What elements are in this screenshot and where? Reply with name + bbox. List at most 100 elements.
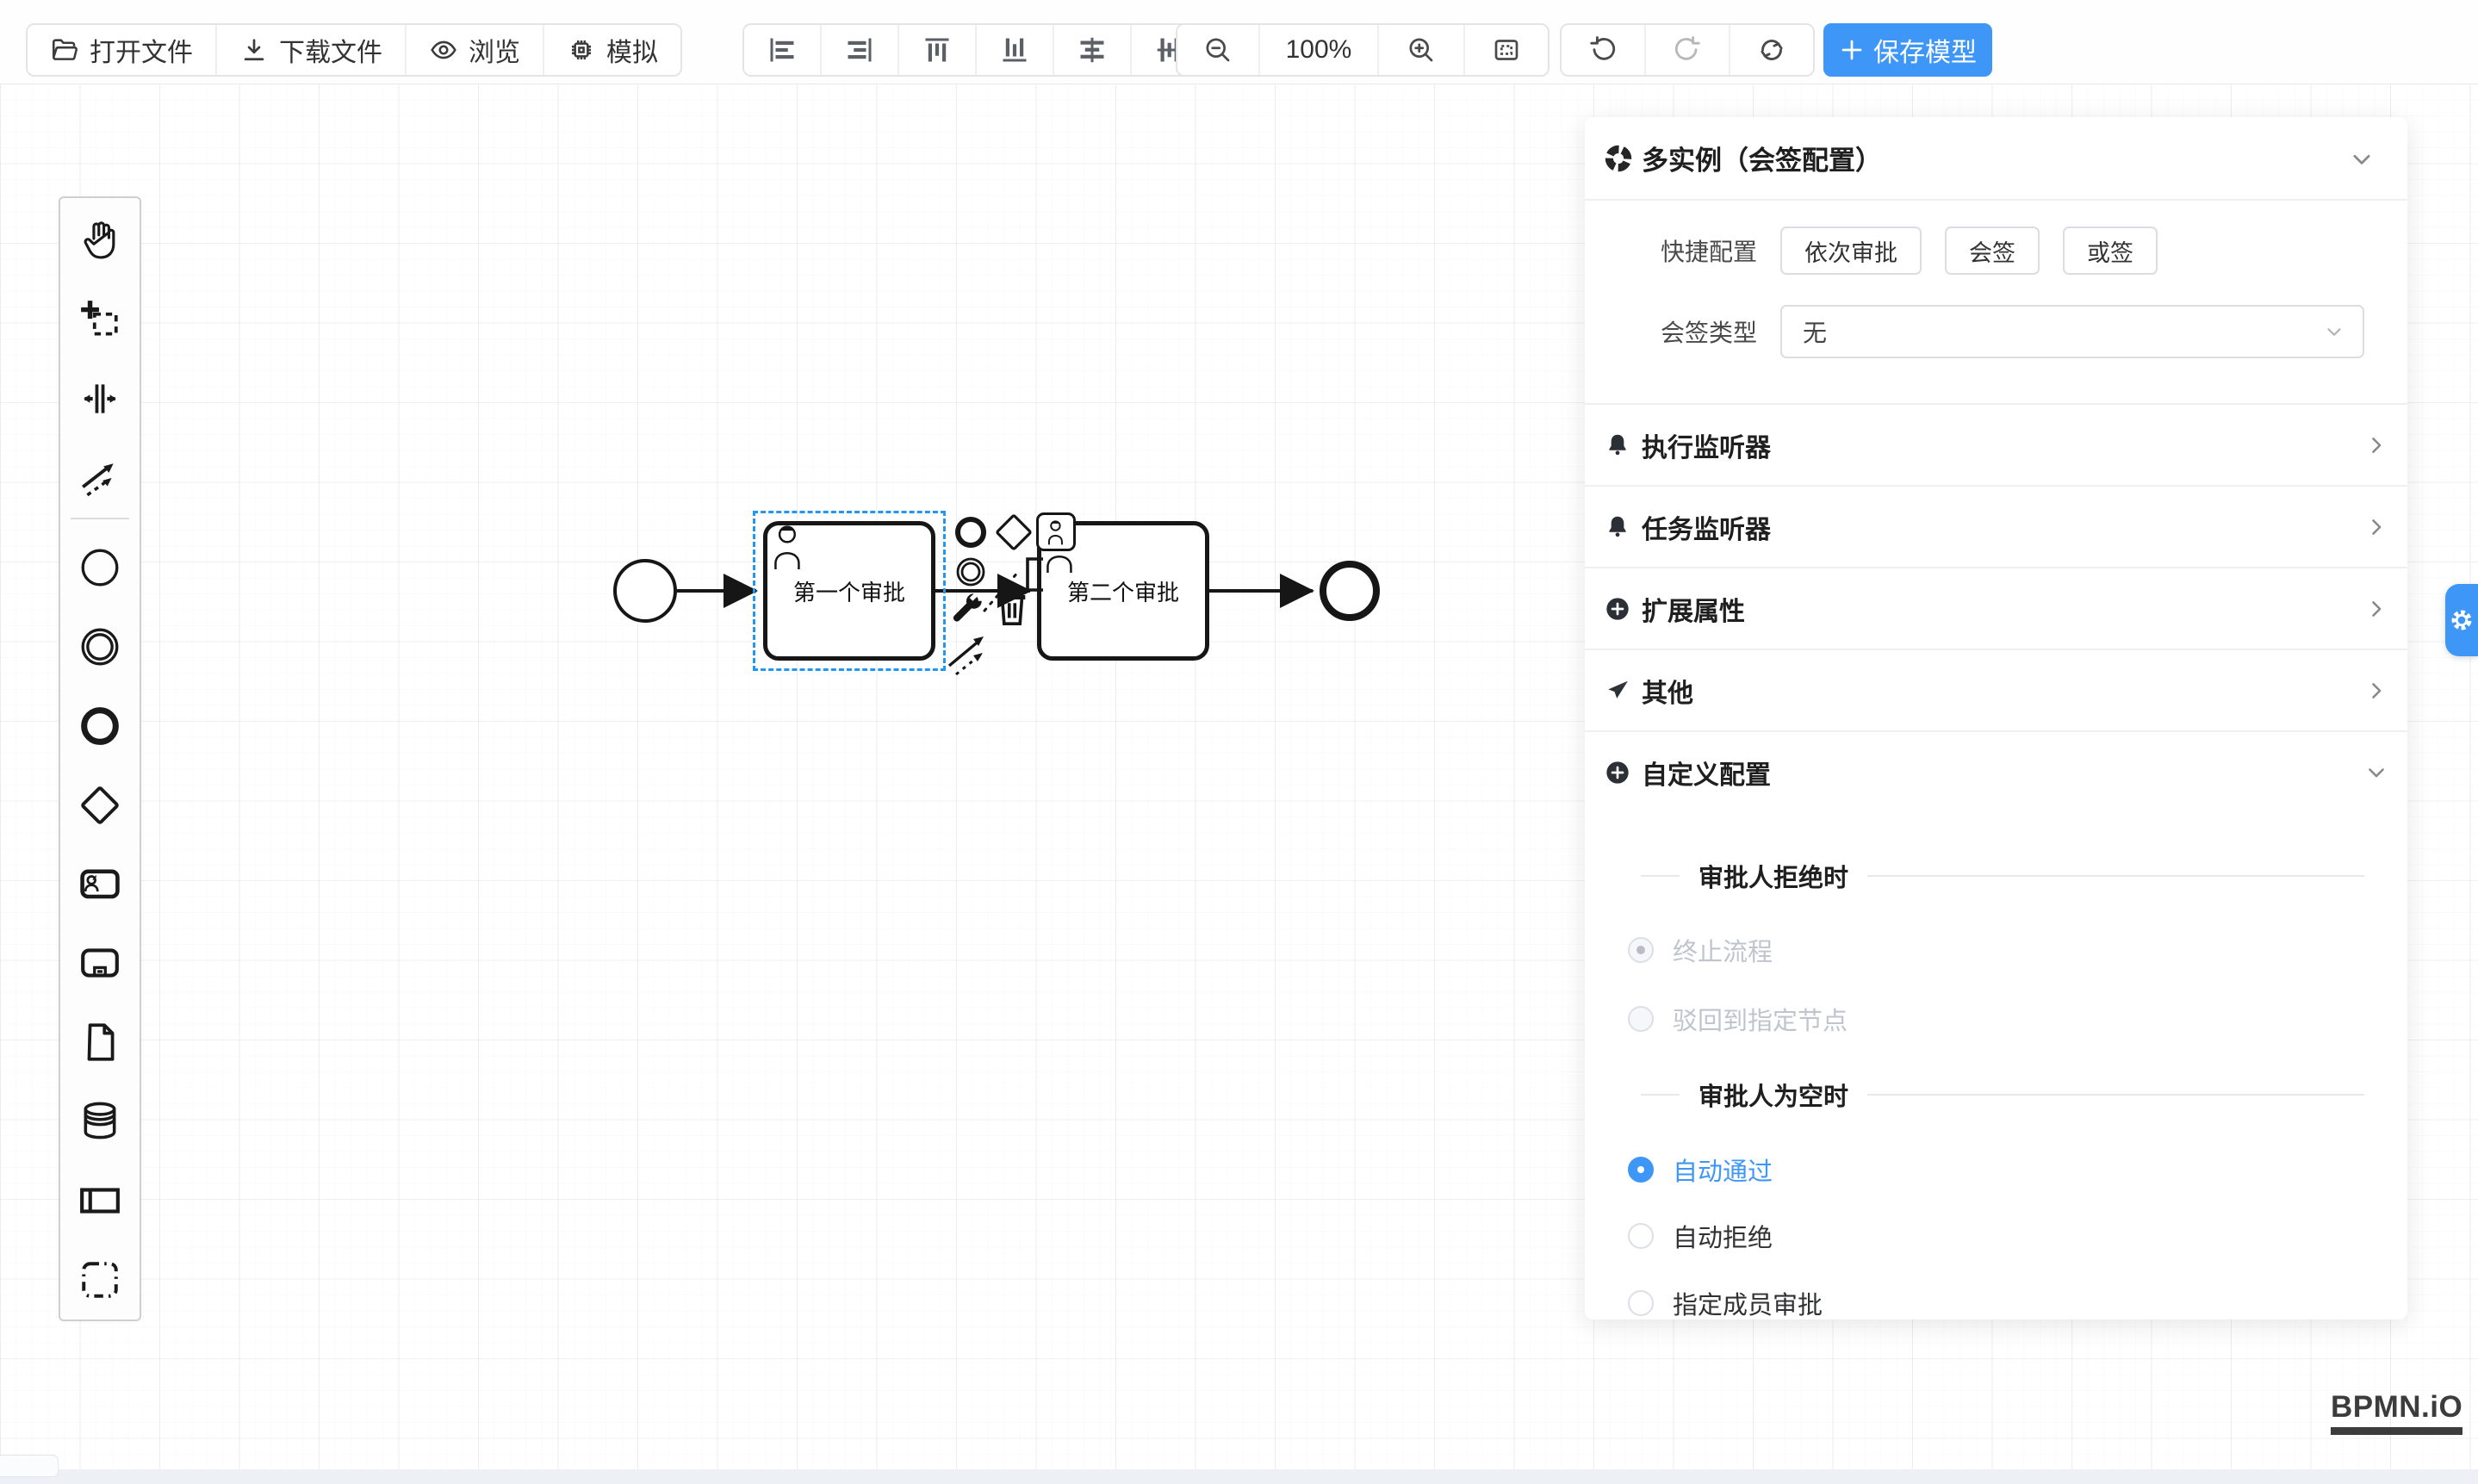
- space-tool[interactable]: [78, 376, 122, 421]
- palette-gateway[interactable]: [78, 783, 122, 828]
- chevron-down-icon[interactable]: [2349, 146, 2375, 172]
- palette-user-task[interactable]: [78, 861, 122, 906]
- zoom-out-icon: [1202, 34, 1233, 65]
- radio-circle[interactable]: [1628, 1223, 1654, 1249]
- radio-circle[interactable]: [1628, 1006, 1654, 1032]
- radio-label: 终止流程: [1673, 932, 1773, 968]
- palette-data-store[interactable]: [78, 1098, 122, 1143]
- align-left-icon: [767, 34, 798, 65]
- palette-intermediate-event[interactable]: [78, 624, 122, 669]
- simulate-button[interactable]: 模拟: [544, 25, 680, 75]
- change-type-wrench-icon[interactable]: [948, 589, 988, 629]
- palette-participant-pool[interactable]: [78, 1178, 122, 1223]
- download-file-button[interactable]: 下载文件: [217, 25, 407, 75]
- radio-auto-pass[interactable]: 自动通过: [1628, 1152, 1773, 1188]
- panel-header[interactable]: 多实例（会签配置）: [1585, 117, 2407, 201]
- footer-strip: [0, 1469, 2478, 1484]
- preview-label: 浏览: [469, 31, 520, 69]
- sign-type-select[interactable]: 无: [1780, 305, 2364, 358]
- folder-open-icon: [50, 35, 79, 65]
- section-custom-config[interactable]: 自定义配置: [1585, 730, 2407, 812]
- align-center-horizontal-button[interactable]: [1054, 25, 1132, 75]
- zoom-level-display[interactable]: 100%: [1260, 25, 1379, 75]
- bell-icon: [1604, 432, 1631, 459]
- bell-icon: [1604, 513, 1631, 541]
- tool-palette: [59, 196, 141, 1321]
- task-first-approval-label: 第一个审批: [793, 575, 905, 607]
- start-event-shape[interactable]: [613, 559, 677, 623]
- quick-btn-sequential-label: 依次审批: [1804, 234, 1897, 268]
- footer-chip: [0, 1455, 59, 1477]
- radio-assign-member[interactable]: 指定成员审批: [1628, 1285, 1823, 1321]
- multi-instance-icon: [1604, 144, 1633, 173]
- palette-group[interactable]: [78, 1257, 122, 1302]
- append-end-event-icon[interactable]: [952, 513, 990, 551]
- radio-circle[interactable]: [1628, 937, 1654, 963]
- quick-btn-countersign[interactable]: 会签: [1945, 227, 2040, 275]
- lasso-tool[interactable]: [78, 297, 122, 342]
- section-task-listener[interactable]: 任务监听器: [1585, 485, 2407, 567]
- align-left-button[interactable]: [744, 25, 822, 75]
- section-label: 扩展属性: [1642, 590, 2354, 628]
- palette-start-event[interactable]: [78, 545, 122, 590]
- bpmn-io-logo[interactable]: BPMN.iO: [2331, 1390, 2462, 1435]
- undo-icon: [1587, 34, 1618, 65]
- align-top-icon: [922, 34, 953, 65]
- chevron-right-icon: [2364, 597, 2388, 621]
- section-extended-attributes[interactable]: 扩展属性: [1585, 567, 2407, 649]
- history-tool-group: [1560, 23, 1815, 77]
- open-file-button[interactable]: 打开文件: [28, 25, 217, 75]
- quick-btn-sequential[interactable]: 依次审批: [1780, 227, 1922, 275]
- radio-auto-reject[interactable]: 自动拒绝: [1628, 1218, 1773, 1254]
- zoom-out-button[interactable]: [1177, 25, 1260, 75]
- settings-tab[interactable]: [2445, 584, 2478, 656]
- preview-button[interactable]: 浏览: [407, 25, 544, 75]
- save-model-button[interactable]: 保存模型: [1823, 23, 1992, 77]
- hand-tool[interactable]: [78, 216, 122, 261]
- delete-trash-icon[interactable]: [992, 587, 1032, 630]
- quick-btn-orsign[interactable]: 或签: [2063, 227, 2158, 275]
- send-icon: [1604, 677, 1631, 705]
- divider-line: [1641, 1094, 1680, 1096]
- append-intermediate-event-icon[interactable]: [952, 553, 990, 591]
- fit-viewport-button[interactable]: [1465, 25, 1548, 75]
- sign-type-row: 会签类型 无: [1585, 305, 2407, 358]
- palette-separator: [71, 518, 129, 519]
- append-user-task-icon[interactable]: [1036, 512, 1076, 551]
- refresh-button[interactable]: [1730, 25, 1813, 75]
- undo-button[interactable]: [1562, 25, 1646, 75]
- align-bottom-button[interactable]: [977, 25, 1054, 75]
- download-icon: [239, 35, 269, 65]
- radio-circle[interactable]: [1628, 1290, 1654, 1316]
- eye-icon: [429, 35, 458, 65]
- connect-arrows-icon[interactable]: [944, 630, 999, 676]
- append-gateway-icon[interactable]: [993, 512, 1034, 553]
- section-label: 任务监听器: [1642, 508, 2354, 546]
- divider-approver-rejects: 审批人拒绝时: [1641, 863, 2364, 889]
- redo-button[interactable]: [1646, 25, 1730, 75]
- quick-btn-orsign-label: 或签: [2087, 234, 2133, 268]
- radio-label: 自动通过: [1673, 1152, 1773, 1188]
- chip-icon: [567, 35, 596, 65]
- palette-data-object[interactable]: [78, 1020, 122, 1065]
- end-event-shape[interactable]: [1320, 561, 1380, 621]
- palette-end-event[interactable]: [78, 704, 122, 748]
- align-bottom-icon: [999, 34, 1030, 65]
- section-label: 自定义配置: [1642, 754, 2354, 792]
- radio-return-to-node[interactable]: 驳回到指定节点: [1628, 1001, 1848, 1037]
- divider-title: 审批人为空时: [1699, 1077, 1848, 1113]
- radio-circle[interactable]: [1628, 1157, 1654, 1183]
- align-top-button[interactable]: [899, 25, 977, 75]
- palette-subprocess[interactable]: [78, 941, 122, 985]
- chevron-down-icon: [2323, 320, 2345, 343]
- global-connect-tool[interactable]: [78, 456, 122, 501]
- quick-btn-countersign-label: 会签: [1969, 234, 2015, 268]
- zoom-level-value: 100%: [1286, 35, 1352, 65]
- section-other[interactable]: 其他: [1585, 649, 2407, 730]
- zoom-in-button[interactable]: [1379, 25, 1465, 75]
- section-execution-listener[interactable]: 执行监听器: [1585, 403, 2407, 485]
- divider-title: 审批人拒绝时: [1699, 858, 1848, 894]
- sign-type-value: 无: [1803, 314, 1827, 349]
- radio-terminate-process[interactable]: 终止流程: [1628, 932, 1773, 968]
- align-right-button[interactable]: [822, 25, 899, 75]
